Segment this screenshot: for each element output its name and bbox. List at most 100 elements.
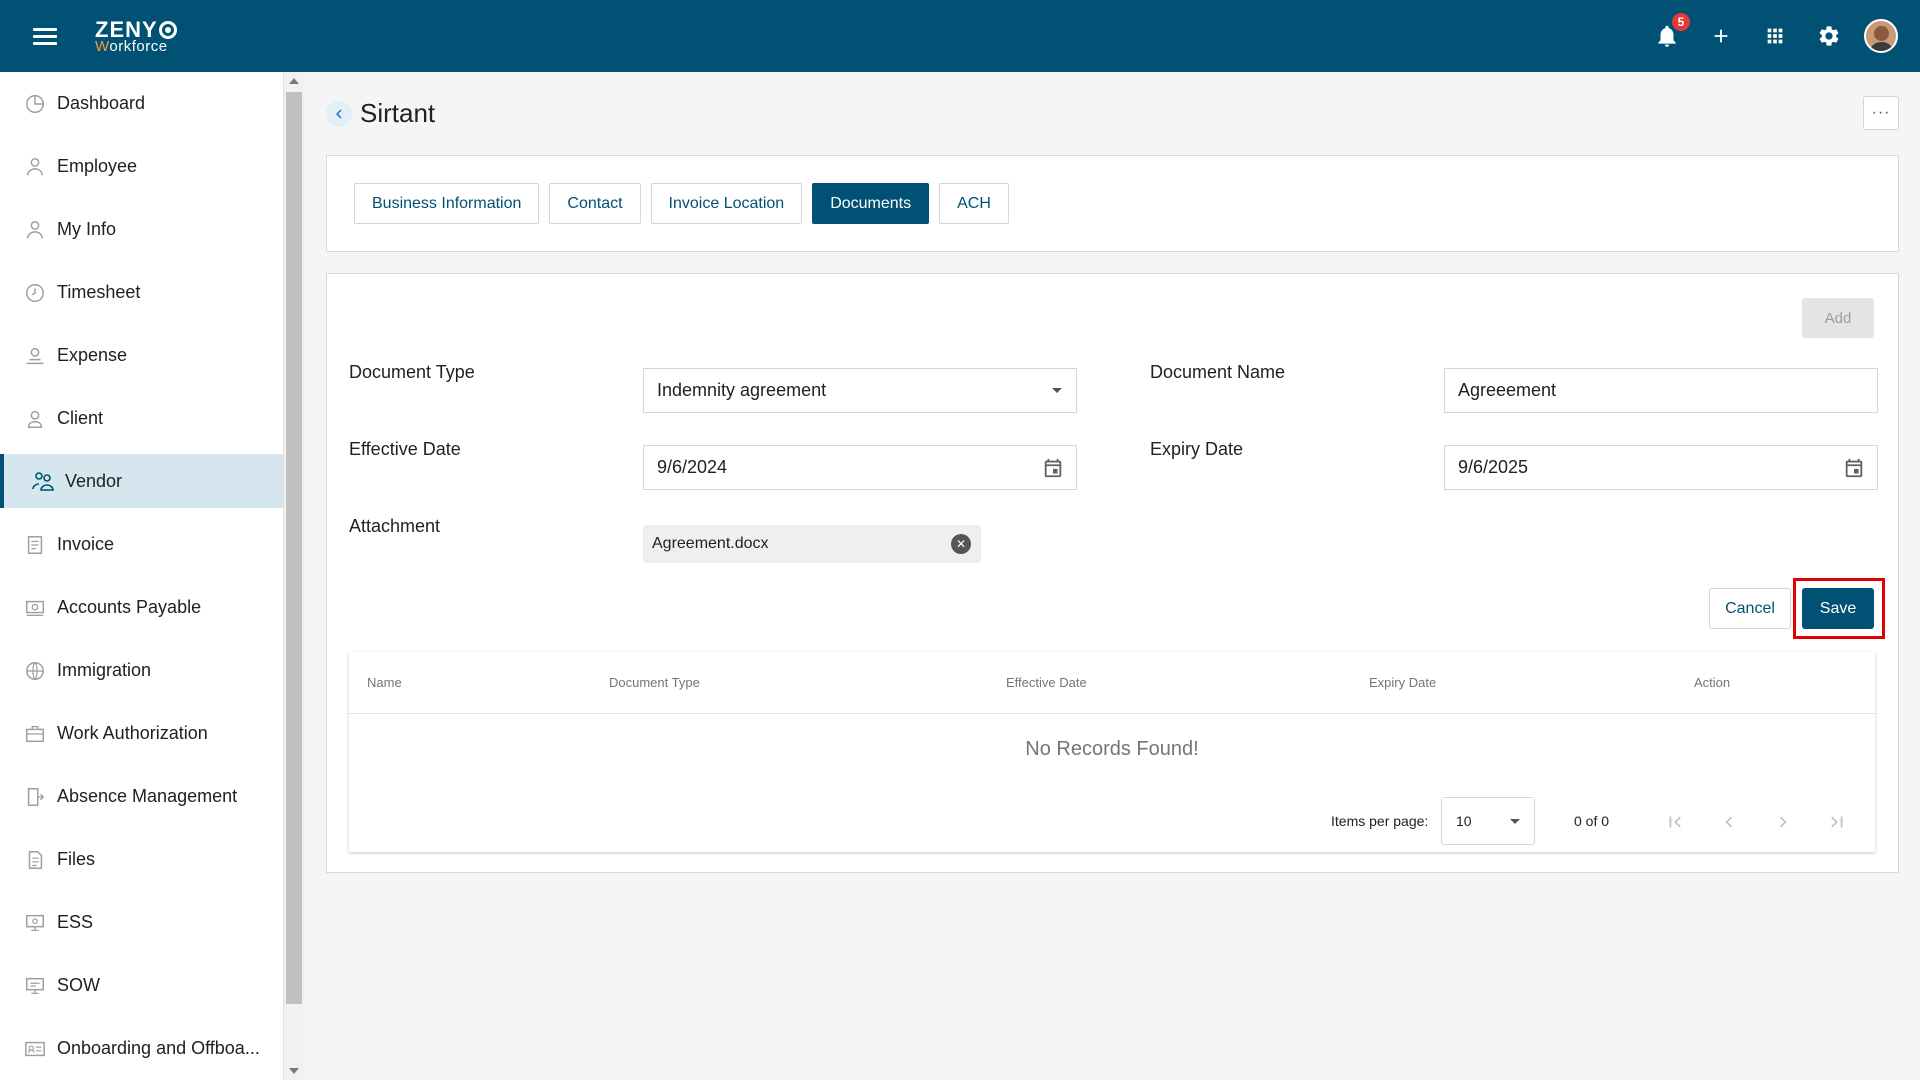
sidebar-item-employee[interactable]: Employee [0,135,283,198]
dashboard-icon [22,91,48,117]
sow-icon [22,973,48,999]
effective-date-input[interactable]: 9/6/2024 [643,445,1077,490]
page-title: Sirtant [360,98,436,128]
cancel-button[interactable]: Cancel [1709,588,1791,629]
empty-state-text: No Records Found! [1025,738,1199,760]
chevron-left-icon [1725,816,1733,828]
sidebar-item-absence-management[interactable]: Absence Management [0,765,283,828]
sidebar-nav: Dashboard Employee My Info Timesheet Expense… [0,72,283,1080]
sidebar-item-label: ESS [57,912,94,932]
sidebar-item-label: Client [57,408,104,428]
my-info-icon [22,217,48,243]
scroll-down-arrow-icon[interactable] [289,1068,299,1074]
sidebar-item-sow[interactable]: SOW [0,954,283,1017]
column-header-effective-date[interactable]: Effective Date [1006,675,1087,690]
sidebar-item-work-authorization[interactable]: Work Authorization [0,702,283,765]
last-page-button[interactable] [1824,809,1850,835]
expiry-date-input[interactable]: 9/6/2025 [1444,445,1878,490]
add-button-disabled[interactable]: Add [1802,298,1874,338]
tab-bar: Business Information Contact Invoice Locat… [354,183,1019,224]
app-logo[interactable]: ZENY Workforce [95,18,177,54]
tab-ach[interactable]: ACH [939,183,1009,224]
sidebar-item-immigration[interactable]: Immigration [0,639,283,702]
scroll-up-arrow-icon[interactable] [289,78,299,84]
column-header-expiry-date[interactable]: Expiry Date [1369,675,1436,690]
sidebar-item-files[interactable]: Files [0,828,283,891]
next-page-button[interactable] [1770,809,1796,835]
sidebar-item-label: Timesheet [57,282,141,302]
sidebar-item-my-info[interactable]: My Info [0,198,283,261]
tab-invoice-location[interactable]: Invoice Location [650,183,803,224]
scrollbar-thumb[interactable] [286,92,302,1004]
first-page-button[interactable] [1662,809,1688,835]
sidebar-item-vendor[interactable]: Vendor [0,454,283,508]
column-header-document-type[interactable]: Document Type [609,675,700,690]
sidebar-item-accounts-payable[interactable]: Accounts Payable [0,576,283,639]
remove-attachment-icon[interactable]: ✕ [951,534,971,554]
back-button[interactable] [326,100,352,127]
logo-ring-icon [158,20,177,39]
attachment-chip: Agreement.docx ✕ [643,525,981,563]
plus-icon [1714,29,1728,43]
table-header: Name Document Type Effective Date Expiry… [349,652,1875,714]
employee-icon [22,154,48,180]
document-type-select[interactable]: Indemnity agreement [643,368,1077,413]
document-name-input[interactable]: Agreeement [1444,368,1878,413]
column-header-action: Action [1694,675,1731,690]
last-page-icon [1831,816,1843,828]
attachment-filename: Agreement.docx [652,535,769,552]
save-button[interactable]: Save [1802,588,1874,629]
sidebar-item-label: Immigration [57,660,152,680]
sidebar-item-label: Dashboard [57,93,146,113]
tab-business-information[interactable]: Business Information [354,183,540,224]
documents-table: Name Document Type Effective Date Expiry… [349,652,1875,852]
document-type-label: Document Type [349,362,475,382]
calendar-icon[interactable] [1042,457,1064,479]
sidebar-scrollbar[interactable] [284,72,304,1080]
sidebar-item-timesheet[interactable]: Timesheet [0,261,283,324]
ess-icon [22,910,48,936]
calendar-icon[interactable] [1843,457,1865,479]
attachment-label: Attachment [349,516,441,536]
page-header: Sirtant [326,98,435,129]
paginator: Items per page: 10 0 of 0 [349,797,1875,845]
add-button[interactable] [1694,0,1748,72]
vendor-icon [30,468,56,494]
dropdown-arrow-icon [1052,388,1062,393]
top-app-bar: ZENY Workforce 5 [0,0,1920,72]
items-per-page-select[interactable]: 10 [1441,797,1535,845]
items-per-page-label: Items per page: [1331,813,1429,829]
sidebar-item-label: Invoice [57,534,115,554]
settings-button[interactable] [1802,0,1856,72]
effective-date-label: Effective Date [349,439,461,459]
tab-documents[interactable]: Documents [812,183,930,224]
sidebar-item-onboarding-and-offboa[interactable]: Onboarding and Offboa... [0,1017,283,1080]
tabs-card: Business Information Contact Invoice Locat… [326,155,1899,252]
sidebar-item-invoice[interactable]: Invoice [0,513,283,576]
notifications-button[interactable]: 5 [1640,0,1694,72]
person-icon [22,406,48,432]
expense-icon [22,343,48,369]
sidebar: Dashboard Employee My Info Timesheet Expense… [0,72,284,1080]
sidebar-item-label: Expense [57,345,128,365]
chevron-right-icon [1779,816,1787,828]
previous-page-button[interactable] [1716,809,1742,835]
column-header-name[interactable]: Name [367,675,402,690]
globe-icon [22,658,48,684]
page-range-label: 0 of 0 [1574,813,1610,829]
sidebar-item-ess[interactable]: ESS [0,891,283,954]
briefcase-icon [22,721,48,747]
sidebar-item-client[interactable]: Client [0,387,283,450]
document-name-label: Document Name [1150,362,1286,382]
sidebar-item-label: Vendor [65,470,123,491]
menu-icon[interactable] [33,24,57,49]
invoice-icon [22,532,48,558]
apps-button[interactable] [1748,0,1802,72]
more-options-button[interactable]: ··· [1863,96,1899,130]
sidebar-item-dashboard[interactable]: Dashboard [0,72,283,135]
tab-contact[interactable]: Contact [549,183,641,224]
sidebar-item-expense[interactable]: Expense [0,324,283,387]
first-page-icon [1669,816,1681,828]
gear-icon [1819,26,1839,46]
user-avatar[interactable] [1864,19,1898,53]
